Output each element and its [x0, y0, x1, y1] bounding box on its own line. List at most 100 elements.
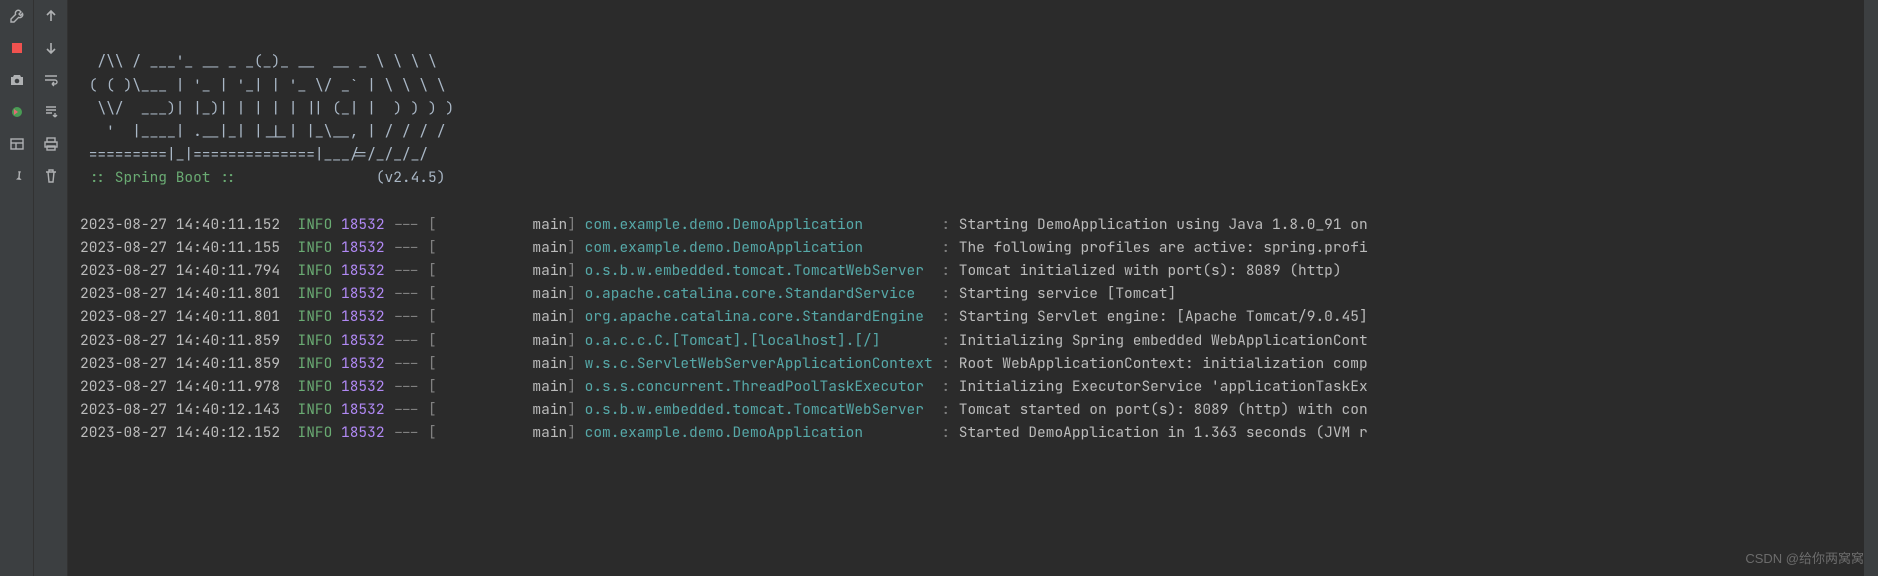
- log-message: Root WebApplicationContext: initializati…: [959, 354, 1368, 373]
- log-line: 2023-08-27 14:40:11.978 INFO 18532 --- […: [80, 375, 1878, 398]
- log-line: 2023-08-27 14:40:11.155 INFO 18532 --- […: [80, 236, 1878, 259]
- run-actions-gutter: [0, 0, 34, 576]
- log-line: 2023-08-27 14:40:11.794 INFO 18532 --- […: [80, 259, 1878, 282]
- log-thread: main: [437, 284, 568, 303]
- spring-boot-version: [237, 168, 376, 187]
- pin-icon[interactable]: [5, 164, 29, 188]
- log-separator: --- [: [393, 354, 437, 373]
- log-separator: --- [: [393, 284, 437, 303]
- wrench-icon[interactable]: [5, 4, 29, 28]
- spring-banner-line: =========|_|==============|___/=/_/_/_/: [80, 145, 428, 164]
- log-logger: com.example.demo.DemoApplication: [585, 423, 933, 442]
- log-thread: main: [437, 238, 568, 257]
- log-separator: --- [: [393, 238, 437, 257]
- log-level: INFO: [298, 215, 333, 234]
- log-thread: main: [437, 307, 568, 326]
- log-level: INFO: [298, 238, 333, 257]
- log-thread: main: [437, 261, 568, 280]
- arrow-up-icon[interactable]: [39, 4, 63, 28]
- spring-banner-line: ' |____| .__|_| |_|_| |_\__, | / / / /: [80, 122, 445, 141]
- log-separator: --- [: [393, 261, 437, 280]
- log-separator: --- [: [393, 215, 437, 234]
- trash-icon[interactable]: [39, 164, 63, 188]
- log-thread: main: [437, 331, 568, 350]
- log-level: INFO: [298, 331, 333, 350]
- log-level: INFO: [298, 307, 333, 326]
- log-pid: 18532: [341, 377, 385, 396]
- log-message: Started DemoApplication in 1.363 seconds…: [959, 423, 1368, 442]
- log-level: INFO: [298, 377, 333, 396]
- log-timestamp: 2023-08-27 14:40:11.794: [80, 261, 280, 280]
- log-pid: 18532: [341, 400, 385, 419]
- log-separator: --- [: [393, 400, 437, 419]
- log-separator: --- [: [393, 377, 437, 396]
- log-timestamp: 2023-08-27 14:40:11.801: [80, 284, 280, 303]
- log-logger: org.apache.catalina.core.StandardEngine: [585, 307, 933, 326]
- log-pid: 18532: [341, 261, 385, 280]
- log-lines-container: 2023-08-27 14:40:11.152 INFO 18532 --- […: [80, 213, 1878, 445]
- log-line: 2023-08-27 14:40:11.859 INFO 18532 --- […: [80, 352, 1878, 375]
- log-message: Initializing Spring embedded WebApplicat…: [959, 331, 1368, 350]
- layout-icon[interactable]: [5, 132, 29, 156]
- log-message: Starting DemoApplication using Java 1.8.…: [959, 215, 1368, 234]
- log-level: INFO: [298, 261, 333, 280]
- run-tool-window: /\\ / ___'_ __ _ _(_)_ __ __ _ \ \ \ \ (…: [0, 0, 1878, 576]
- log-level: INFO: [298, 354, 333, 373]
- log-timestamp: 2023-08-27 14:40:11.155: [80, 238, 280, 257]
- log-pid: 18532: [341, 284, 385, 303]
- arrow-down-icon[interactable]: [39, 36, 63, 60]
- log-separator: --- [: [393, 423, 437, 442]
- stop-icon[interactable]: [5, 36, 29, 60]
- log-level: INFO: [298, 400, 333, 419]
- log-pid: 18532: [341, 307, 385, 326]
- log-logger: com.example.demo.DemoApplication: [585, 238, 933, 257]
- log-pid: 18532: [341, 331, 385, 350]
- log-timestamp: 2023-08-27 14:40:11.152: [80, 215, 280, 234]
- camera-icon[interactable]: [5, 68, 29, 92]
- log-message: Starting service [Tomcat]: [959, 284, 1177, 303]
- log-timestamp: 2023-08-27 14:40:12.152: [80, 423, 280, 442]
- print-icon[interactable]: [39, 132, 63, 156]
- log-line: 2023-08-27 14:40:11.859 INFO 18532 --- […: [80, 329, 1878, 352]
- log-pid: 18532: [341, 215, 385, 234]
- log-line: 2023-08-27 14:40:11.801 INFO 18532 --- […: [80, 282, 1878, 305]
- log-logger: o.s.s.concurrent.ThreadPoolTaskExecutor: [585, 377, 933, 396]
- log-logger: w.s.c.ServletWebServerApplicationContext: [585, 354, 933, 373]
- scrollbar-track[interactable]: [1864, 0, 1878, 576]
- log-pid: 18532: [341, 423, 385, 442]
- log-thread: main: [437, 215, 568, 234]
- log-timestamp: 2023-08-27 14:40:11.978: [80, 377, 280, 396]
- scroll-to-end-icon[interactable]: [39, 100, 63, 124]
- log-thread: main: [437, 354, 568, 373]
- log-message: Tomcat started on port(s): 8089 (http) w…: [959, 400, 1368, 419]
- log-pid: 18532: [341, 238, 385, 257]
- log-logger: o.apache.catalina.core.StandardService: [585, 284, 933, 303]
- spring-boot-version-value: (v2.4.5): [376, 168, 446, 187]
- spring-banner-line: ( ( )\___ | '_ | '_| | '_ \/ _` | \ \ \ …: [80, 76, 445, 95]
- log-thread: main: [437, 400, 568, 419]
- log-line: 2023-08-27 14:40:11.801 INFO 18532 --- […: [80, 305, 1878, 328]
- log-thread: main: [437, 377, 568, 396]
- log-message: The following profiles are active: sprin…: [959, 238, 1368, 257]
- log-thread: main: [437, 423, 568, 442]
- log-logger: o.s.b.w.embedded.tomcat.TomcatWebServer: [585, 261, 933, 280]
- log-message: Starting Servlet engine: [Apache Tomcat/…: [959, 307, 1368, 326]
- spring-banner-line: /\\ / ___'_ __ _ _(_)_ __ __ _ \ \ \ \: [80, 52, 437, 71]
- console-output[interactable]: /\\ / ___'_ __ _ _(_)_ __ __ _ \ \ \ \ (…: [68, 0, 1878, 576]
- log-timestamp: 2023-08-27 14:40:11.801: [80, 307, 280, 326]
- soft-wrap-icon[interactable]: [39, 68, 63, 92]
- log-message: Initializing ExecutorService 'applicatio…: [959, 377, 1368, 396]
- log-level: INFO: [298, 423, 333, 442]
- log-logger: com.example.demo.DemoApplication: [585, 215, 933, 234]
- console-actions-gutter: [34, 0, 68, 576]
- csdn-watermark: CSDN @给你两窝窝: [1745, 549, 1864, 570]
- log-timestamp: 2023-08-27 14:40:11.859: [80, 354, 280, 373]
- log-separator: --- [: [393, 331, 437, 350]
- log-message: Tomcat initialized with port(s): 8089 (h…: [959, 261, 1342, 280]
- log-separator: --- [: [393, 307, 437, 326]
- log-logger: o.a.c.c.C.[Tomcat].[localhost].[/]: [585, 331, 933, 350]
- spring-boot-tag: :: Spring Boot ::: [80, 168, 237, 187]
- log-line: 2023-08-27 14:40:12.143 INFO 18532 --- […: [80, 398, 1878, 421]
- log-timestamp: 2023-08-27 14:40:12.143: [80, 400, 280, 419]
- bug-rerun-icon[interactable]: [5, 100, 29, 124]
